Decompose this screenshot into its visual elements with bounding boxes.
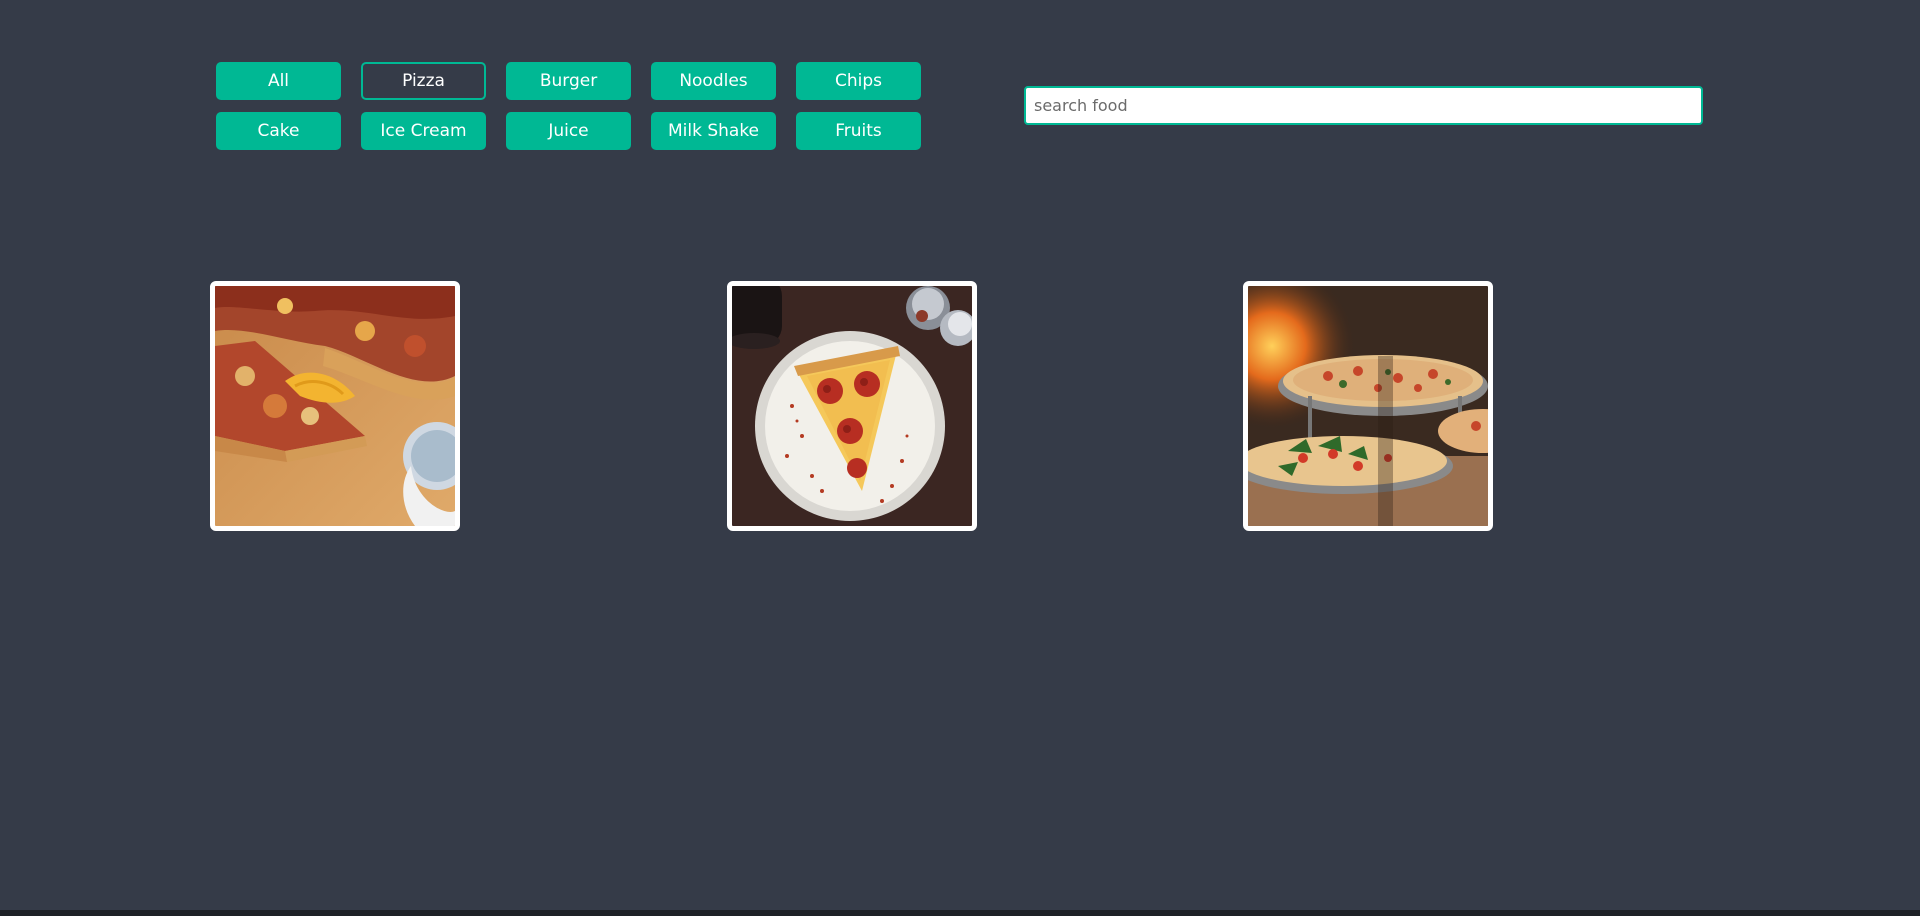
search-container bbox=[1024, 86, 1703, 125]
filter-button-noodles[interactable]: Noodles bbox=[651, 62, 776, 100]
food-image-pepperoni-slice bbox=[732, 286, 972, 526]
food-image-pizza-slices bbox=[215, 286, 455, 526]
food-card[interactable] bbox=[1243, 281, 1493, 531]
filter-button-cake[interactable]: Cake bbox=[216, 112, 341, 150]
filter-button-milk-shake[interactable]: Milk Shake bbox=[651, 112, 776, 150]
filter-button-juice[interactable]: Juice bbox=[506, 112, 631, 150]
bottom-edge bbox=[0, 910, 1920, 916]
food-card[interactable] bbox=[727, 281, 977, 531]
filter-button-ice-cream[interactable]: Ice Cream bbox=[361, 112, 486, 150]
category-filter-bar: All Pizza Burger Noodles Chips Cake Ice … bbox=[216, 62, 921, 150]
filter-button-pizza[interactable]: Pizza bbox=[361, 62, 486, 100]
filter-button-burger[interactable]: Burger bbox=[506, 62, 631, 100]
filter-button-chips[interactable]: Chips bbox=[796, 62, 921, 100]
food-card[interactable] bbox=[210, 281, 460, 531]
filter-button-fruits[interactable]: Fruits bbox=[796, 112, 921, 150]
food-gallery bbox=[210, 281, 1510, 531]
page: All Pizza Burger Noodles Chips Cake Ice … bbox=[0, 0, 1920, 916]
food-image-pizzas-on-stands bbox=[1248, 286, 1488, 526]
filter-button-all[interactable]: All bbox=[216, 62, 341, 100]
search-input[interactable] bbox=[1024, 86, 1703, 125]
